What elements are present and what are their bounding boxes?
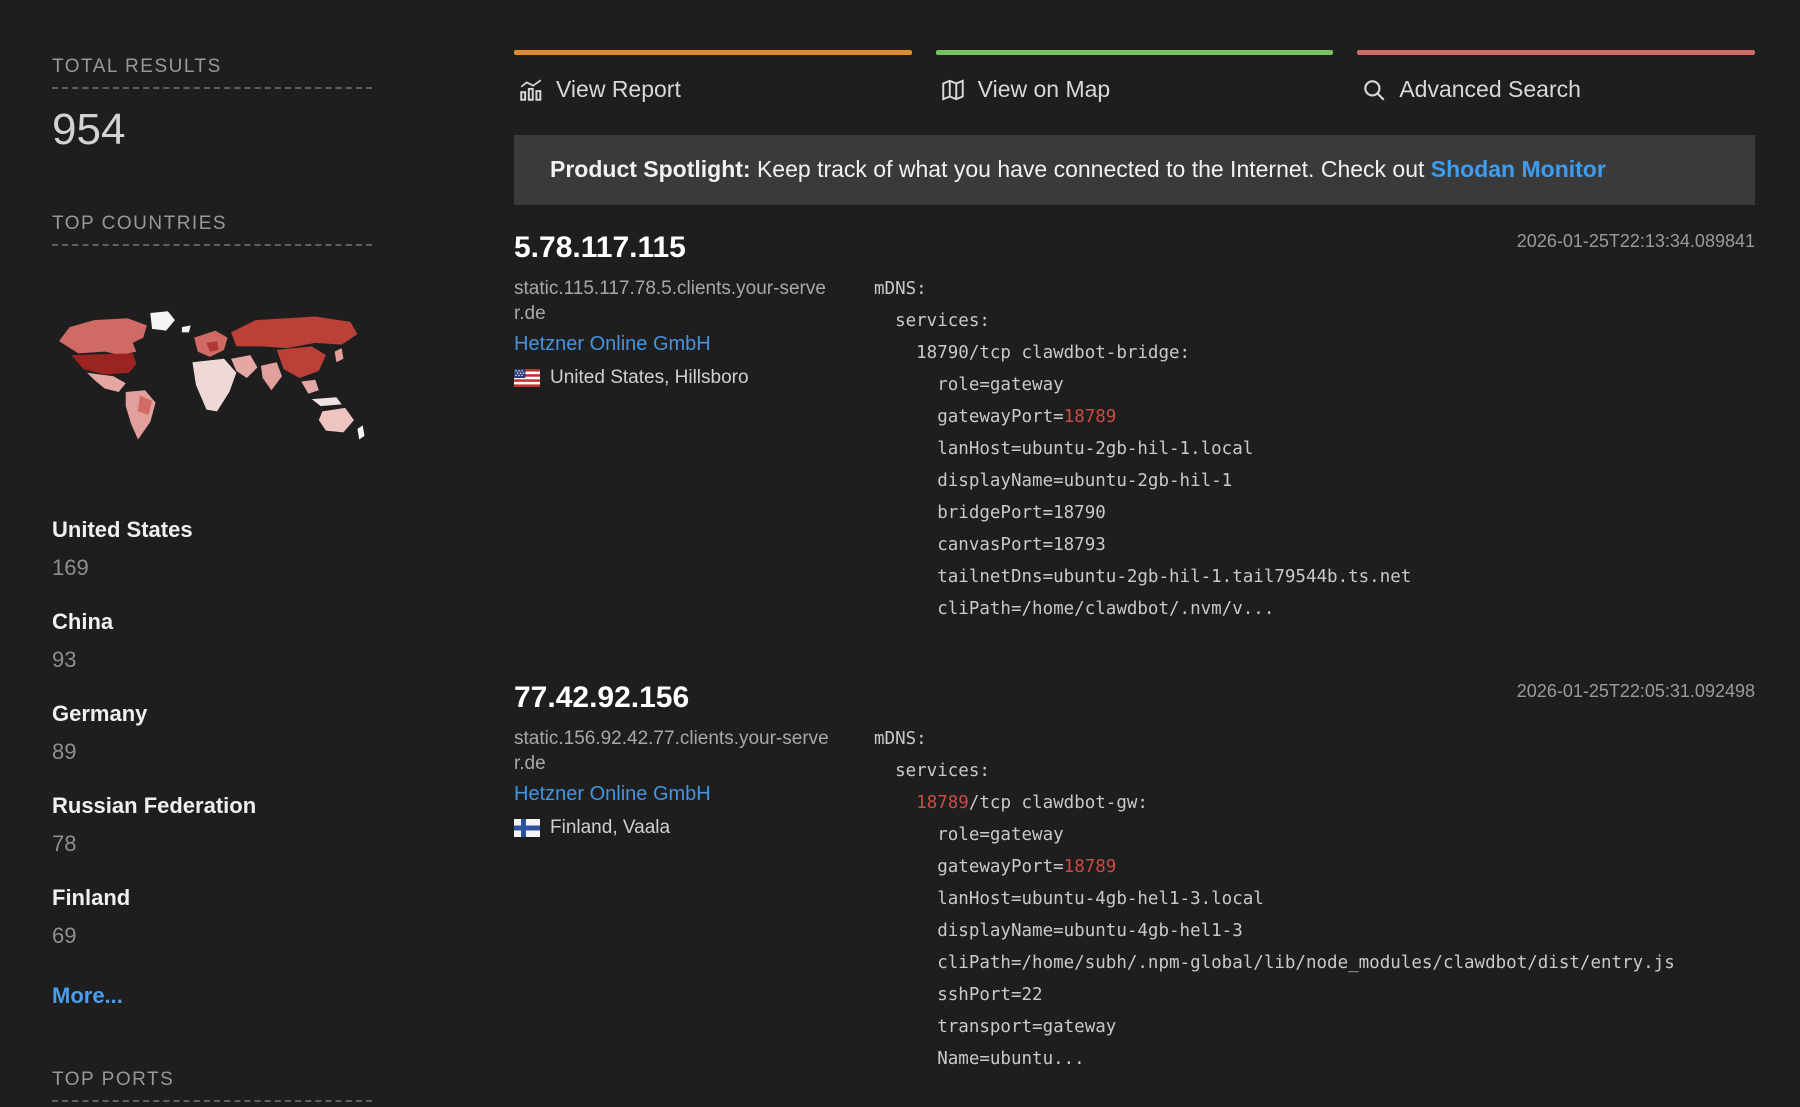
result-org-link[interactable]: Hetzner Online GmbH bbox=[514, 333, 874, 356]
toolbar-tabs: View Report View on Map bbox=[514, 50, 1755, 121]
top-ports-heading: TOP PORTS bbox=[52, 1069, 372, 1102]
tab-label: View Report bbox=[556, 76, 681, 103]
result-org-link[interactable]: Hetzner Online GmbH bbox=[514, 783, 874, 806]
result-location: United States, Hillsboro bbox=[514, 367, 874, 389]
total-results-heading: TOTAL RESULTS bbox=[52, 56, 372, 89]
country-name: Russian Federation bbox=[52, 793, 372, 819]
sidebar: TOTAL RESULTS 954 TOP COUNTRIES bbox=[52, 0, 372, 1107]
country-count: 69 bbox=[52, 923, 372, 949]
country-name: China bbox=[52, 609, 372, 635]
country-filter-item[interactable]: China 93 bbox=[52, 609, 372, 673]
total-results-value: 954 bbox=[52, 105, 372, 155]
country-name: Finland bbox=[52, 885, 372, 911]
result-banner-data: mDNS: services: 18790/tcp clawdbot-bridg… bbox=[874, 273, 1755, 625]
result-timestamp: 2026-01-25T22:13:34.089841 bbox=[1517, 231, 1755, 252]
country-flag-icon bbox=[514, 819, 540, 837]
top-countries-heading: TOP COUNTRIES bbox=[52, 213, 372, 246]
country-name: United States bbox=[52, 517, 372, 543]
country-flag-icon bbox=[514, 369, 540, 387]
result-location: Finland, Vaala bbox=[514, 817, 874, 839]
search-icon bbox=[1361, 77, 1387, 103]
country-count: 78 bbox=[52, 831, 372, 857]
results-list: 5.78.117.115 static.115.117.78.5.clients… bbox=[514, 231, 1755, 1075]
country-count: 93 bbox=[52, 647, 372, 673]
product-spotlight-banner: Product Spotlight: Keep track of what yo… bbox=[514, 135, 1755, 205]
page: TOTAL RESULTS 954 TOP COUNTRIES bbox=[0, 0, 1800, 1107]
tab-label: Advanced Search bbox=[1399, 76, 1581, 103]
country-filter-item[interactable]: Germany 89 bbox=[52, 701, 372, 765]
result-hostname: static.115.117.78.5.clients.your-server.… bbox=[514, 276, 836, 326]
tab-label: View on Map bbox=[978, 76, 1111, 103]
result-entry: 77.42.92.156 static.156.92.42.77.clients… bbox=[514, 681, 1755, 1075]
country-filter-item[interactable]: United States 169 bbox=[52, 517, 372, 581]
tab-view-on-map[interactable]: View on Map bbox=[936, 50, 1334, 121]
country-count: 169 bbox=[52, 555, 372, 581]
country-filter-item[interactable]: Finland 69 bbox=[52, 885, 372, 949]
result-ip-link[interactable]: 5.78.117.115 bbox=[514, 231, 874, 265]
result-hostname: static.156.92.42.77.clients.your-server.… bbox=[514, 726, 836, 776]
shodan-monitor-link[interactable]: Shodan Monitor bbox=[1431, 156, 1606, 182]
report-chart-icon bbox=[518, 77, 544, 103]
finland-flag-icon bbox=[514, 819, 540, 837]
tab-advanced-search[interactable]: Advanced Search bbox=[1357, 50, 1755, 121]
world-map-image bbox=[52, 306, 368, 450]
top-countries-list: United States 169 China 93 Germany 89 Ru… bbox=[52, 517, 372, 949]
country-filter-item[interactable]: Russian Federation 78 bbox=[52, 793, 372, 857]
result-entry: 5.78.117.115 static.115.117.78.5.clients… bbox=[514, 231, 1755, 625]
result-ip-link[interactable]: 77.42.92.156 bbox=[514, 681, 874, 715]
us-flag-icon bbox=[514, 369, 540, 387]
banner-highlight: Product Spotlight: bbox=[550, 156, 751, 182]
country-count: 89 bbox=[52, 739, 372, 765]
result-location-text: United States, Hillsboro bbox=[550, 367, 749, 389]
main-content: View Report View on Map bbox=[514, 0, 1755, 1107]
result-timestamp: 2026-01-25T22:05:31.092498 bbox=[1517, 681, 1755, 702]
map-icon bbox=[940, 77, 966, 103]
result-location-text: Finland, Vaala bbox=[550, 817, 670, 839]
result-banner-data: mDNS: services: 18789/tcp clawdbot-gw: r… bbox=[874, 723, 1755, 1075]
tab-view-report[interactable]: View Report bbox=[514, 50, 912, 121]
more-countries-link[interactable]: More... bbox=[52, 983, 123, 1009]
banner-text: Keep track of what you have connected to… bbox=[751, 156, 1431, 182]
country-name: Germany bbox=[52, 701, 372, 727]
